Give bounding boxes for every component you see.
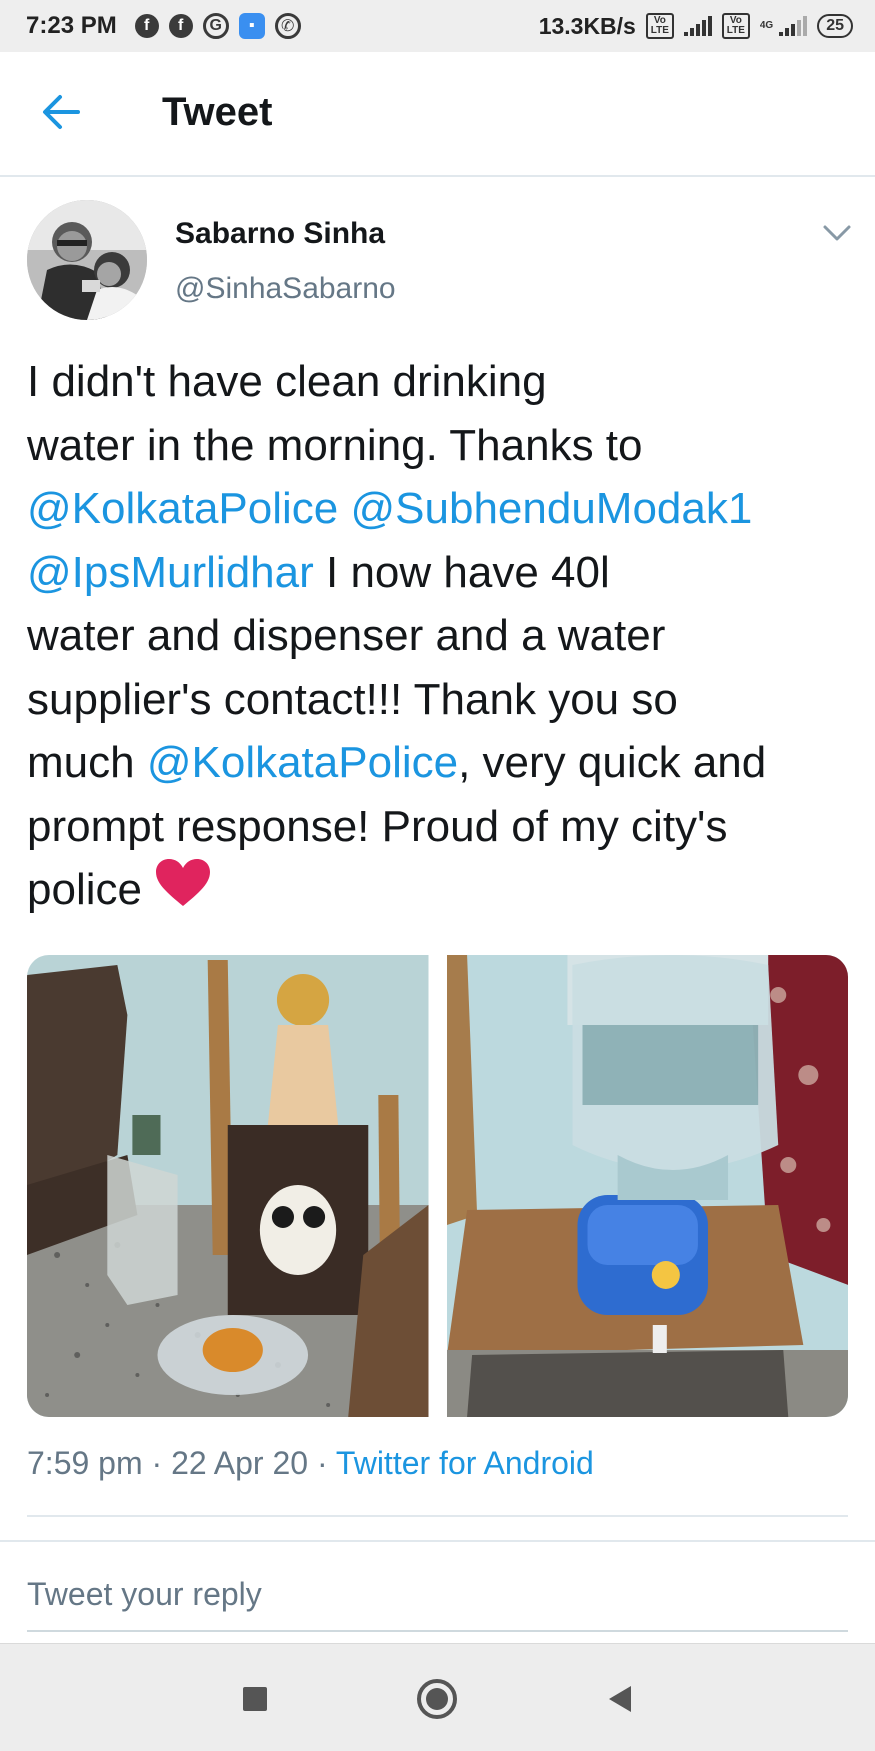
volte-badge: Vo LTE	[645, 13, 674, 39]
square-icon	[243, 1687, 267, 1711]
mention-link[interactable]: @KolkataPolice	[147, 738, 458, 787]
avatar-image	[27, 200, 147, 320]
network-speed: 13.3KB/s	[538, 12, 636, 39]
signal-icon	[779, 16, 808, 36]
meta-separator: ·	[142, 1445, 172, 1481]
avatar[interactable]	[27, 200, 147, 320]
photo-image	[27, 955, 429, 1417]
mention-link[interactable]: @SubhenduModak1	[351, 484, 753, 533]
battery-icon: 25	[817, 14, 853, 38]
whatsapp-icon: ✆	[274, 13, 301, 39]
app-icon: G	[202, 13, 229, 39]
author-handle[interactable]: @SinhaSabarno	[175, 272, 396, 306]
chevron-down-icon	[823, 225, 851, 241]
app-header: Tweet	[0, 52, 875, 177]
reply-underline	[27, 1630, 848, 1632]
heart-icon	[154, 858, 212, 926]
status-bar: 7:23 PM f f G ▪ ✆ 13.3KB/s Vo LTE Vo LTE…	[0, 0, 875, 52]
photo-shrine-water-bottle[interactable]	[27, 955, 429, 1417]
home-button[interactable]	[412, 1674, 462, 1724]
photo-water-dispenser[interactable]	[446, 955, 848, 1417]
tweet-meta: 7:59 pm · 22 Apr 20 · Twitter for Androi…	[27, 1445, 594, 1482]
tweet-menu-button[interactable]	[822, 222, 852, 244]
tweet-time: 7:59 pm	[27, 1445, 143, 1481]
author-name[interactable]: Sabarno Sinha	[175, 217, 385, 251]
reply-input[interactable]	[27, 1560, 848, 1628]
tweet-text-part: I didn't have clean drinking water in th…	[27, 357, 643, 470]
back-button[interactable]	[38, 92, 86, 132]
meta-separator: ·	[308, 1445, 336, 1481]
network-type: 4G	[759, 20, 774, 31]
divider	[27, 1515, 848, 1517]
facebook-icon: f	[134, 14, 159, 38]
divider	[0, 1540, 875, 1542]
tweet-media	[27, 955, 848, 1417]
tweet-date: 22 Apr 20	[171, 1445, 309, 1481]
volte-badge: Vo LTE	[721, 13, 750, 39]
triangle-back-icon	[609, 1686, 631, 1712]
mention-link[interactable]: @IpsMurlidhar	[27, 548, 314, 597]
signal-icon	[683, 16, 712, 36]
system-nav-bar	[0, 1643, 875, 1751]
battery-level: 25	[826, 17, 844, 34]
arrow-left-icon	[43, 95, 80, 129]
messenger-icon: ▪	[238, 13, 265, 39]
tweet-source-link[interactable]: Twitter for Android	[336, 1445, 594, 1481]
tweet-text-part	[338, 484, 350, 533]
status-time: 7:23 PM	[26, 12, 117, 39]
photo-image	[446, 955, 848, 1417]
recents-button[interactable]	[230, 1674, 280, 1724]
tweet-text: I didn't have clean drinking water in th…	[27, 350, 857, 926]
mention-link[interactable]: @KolkataPolice	[27, 484, 338, 533]
back-nav-button[interactable]	[595, 1674, 645, 1724]
facebook-icon: f	[168, 14, 193, 38]
page-title: Tweet	[162, 90, 273, 134]
circle-icon	[417, 1679, 457, 1719]
